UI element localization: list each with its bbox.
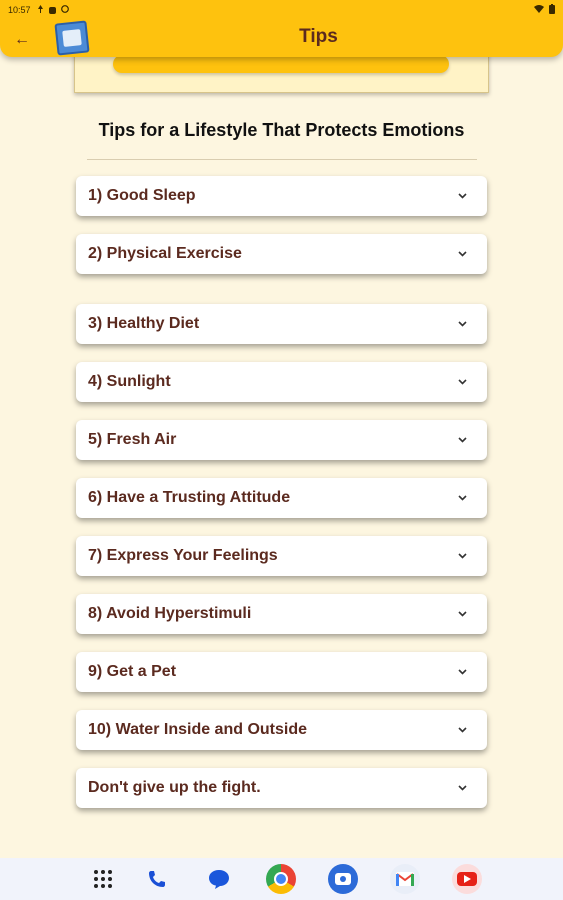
tip-item[interactable]: 4) Sunlight <box>76 362 487 402</box>
youtube-icon[interactable] <box>452 864 482 894</box>
tip-item[interactable]: 5) Fresh Air <box>76 420 487 460</box>
app-bar: 10:57 ← Tips <box>0 0 563 57</box>
chevron-down-icon <box>457 551 467 561</box>
tip-label: 3) Healthy Diet <box>88 315 200 332</box>
chevron-down-icon <box>457 667 467 677</box>
sim-icon <box>48 6 56 14</box>
chevron-down-icon <box>457 319 467 329</box>
tip-item[interactable]: Don't give up the fight. <box>76 768 487 808</box>
tip-label: 6) Have a Trusting Attitude <box>88 489 291 506</box>
chevron-down-icon <box>457 249 467 259</box>
chevron-down-icon <box>457 725 467 735</box>
tip-label: 8) Avoid Hyperstimuli <box>88 605 252 622</box>
page-title: Tips <box>299 26 338 47</box>
divider <box>87 159 477 160</box>
phone-icon[interactable] <box>142 864 172 894</box>
tip-item[interactable]: 7) Express Your Feelings <box>76 536 487 576</box>
tip-item[interactable]: 10) Water Inside and Outside <box>76 710 487 750</box>
tip-label: Don't give up the fight. <box>88 779 261 796</box>
messages-icon[interactable] <box>204 864 234 894</box>
tip-item[interactable]: 2) Physical Exercise <box>76 234 487 274</box>
chevron-down-icon <box>457 377 467 387</box>
tip-label: 9) Get a Pet <box>88 663 177 680</box>
app-grid-icon[interactable] <box>88 864 118 894</box>
tip-label: 2) Physical Exercise <box>88 245 242 262</box>
tip-label: 10) Water Inside and Outside <box>88 721 308 738</box>
wifi-icon <box>534 5 544 15</box>
gmail-icon[interactable] <box>390 864 420 894</box>
battery-icon <box>549 4 555 16</box>
chevron-down-icon <box>457 435 467 445</box>
chevron-down-icon <box>457 609 467 619</box>
notification-icon <box>37 5 44 15</box>
tip-item[interactable]: 1) Good Sleep <box>76 176 487 216</box>
chevron-down-icon <box>457 493 467 503</box>
intro-card-button[interactable] <box>113 55 449 73</box>
chevron-down-icon <box>457 783 467 793</box>
tip-item[interactable]: 8) Avoid Hyperstimuli <box>76 594 487 634</box>
tip-item[interactable]: 6) Have a Trusting Attitude <box>76 478 487 518</box>
chevron-down-icon <box>457 191 467 201</box>
status-bar: 10:57 <box>0 0 563 20</box>
tip-label: 1) Good Sleep <box>88 187 196 204</box>
tip-item[interactable]: 3) Healthy Diet <box>76 304 487 344</box>
camera-icon[interactable] <box>328 864 358 894</box>
tip-label: 7) Express Your Feelings <box>88 547 278 564</box>
tip-item[interactable]: 9) Get a Pet <box>76 652 487 692</box>
tip-label: 4) Sunlight <box>88 373 171 390</box>
status-time: 10:57 <box>8 5 31 15</box>
app-notify-icon <box>60 5 69 15</box>
tip-label: 5) Fresh Air <box>88 431 177 448</box>
chrome-icon[interactable] <box>266 864 296 894</box>
section-title: Tips for a Lifestyle That Protects Emoti… <box>98 120 465 140</box>
